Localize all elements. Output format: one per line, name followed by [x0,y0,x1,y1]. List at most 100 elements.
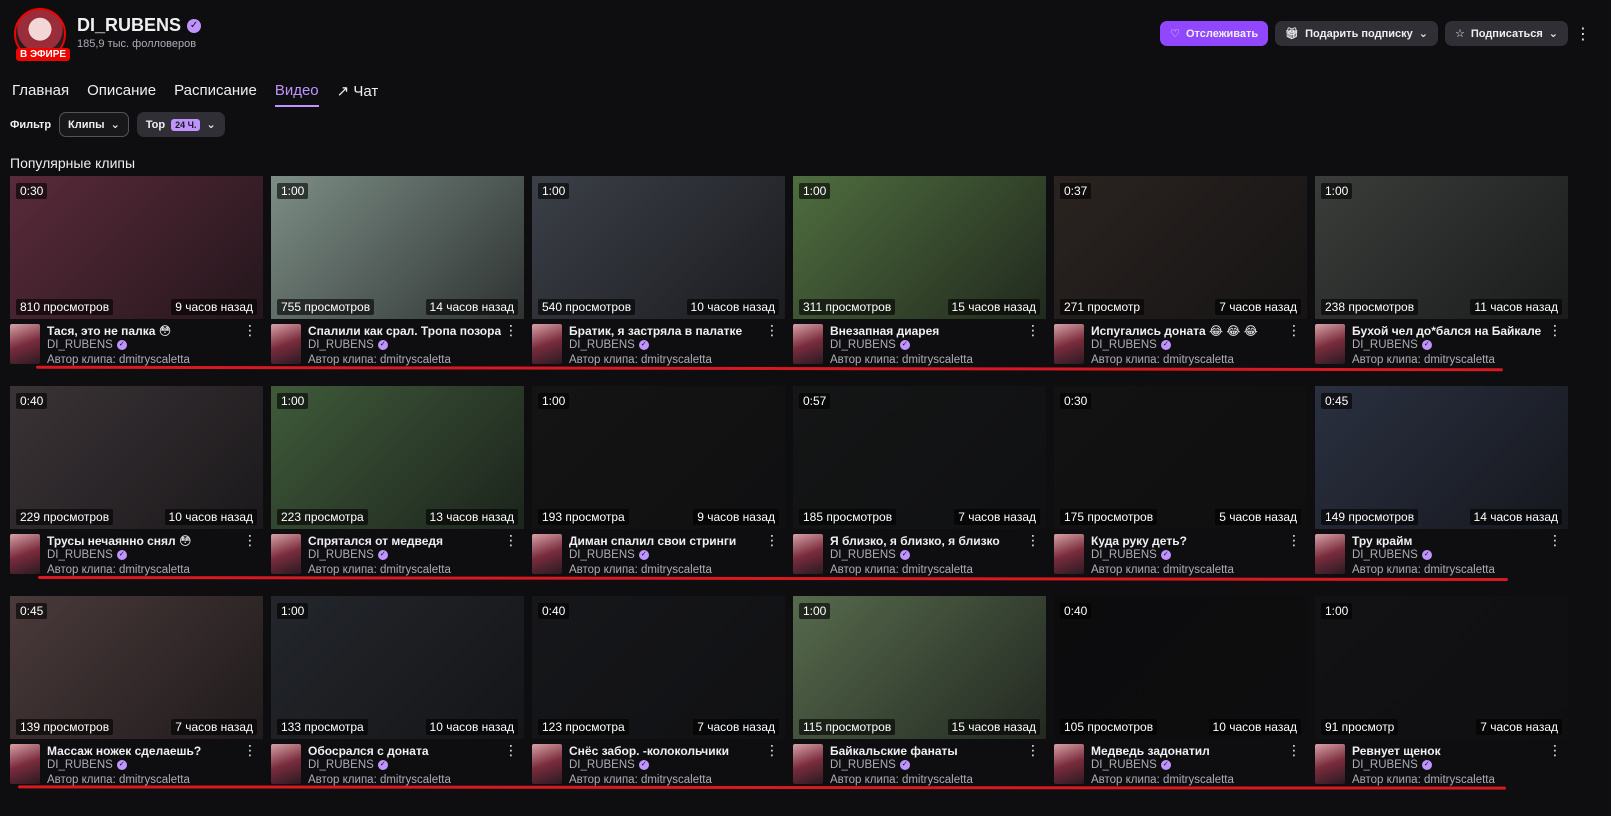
tab-schedule[interactable]: Расписание [174,82,257,107]
channel-avatar-small[interactable] [793,744,823,784]
clip-card[interactable]: 1:00 115 просмотров 15 часов назад Байка… [793,596,1046,786]
clip-title[interactable]: Спалили как срал. Тропа позора [308,324,501,338]
gift-sub-button[interactable]: 🎁︎ Подарить подписку ⌄ [1275,21,1438,46]
clip-author[interactable]: Автор клипа: dmitryscaletta [1352,354,1495,366]
clip-author[interactable]: Автор клипа: dmitryscaletta [1091,564,1234,576]
clip-card[interactable]: 0:40 229 просмотров 10 часов назад Трусы… [10,386,263,576]
clip-title[interactable]: Диман спалил свои стринги [569,534,736,548]
channel-avatar-small[interactable] [1315,534,1345,574]
more-options-icon[interactable]: ⋮ [1548,742,1562,759]
clip-author[interactable]: Автор клипа: dmitryscaletta [47,354,190,366]
clip-channel-row[interactable]: DI_RUBENS ✓ [830,759,910,771]
clip-card[interactable]: 1:00 540 просмотров 10 часов назад Брати… [532,176,785,366]
clip-thumbnail[interactable]: 1:00 193 просмотра 9 часов назад [532,386,785,529]
channel-avatar-small[interactable] [1054,324,1084,364]
clip-thumbnail[interactable]: 0:30 810 просмотров 9 часов назад [10,176,263,319]
clip-title[interactable]: Братик, я застряла в палатке [569,324,742,338]
clip-thumbnail[interactable]: 1:00 115 просмотров 15 часов назад [793,596,1046,739]
clip-author[interactable]: Автор клипа: dmitryscaletta [308,774,451,786]
clip-card[interactable]: 0:40 123 просмотра 7 часов назад Снёс за… [532,596,785,786]
clip-channel-row[interactable]: DI_RUBENS ✓ [830,339,910,351]
clip-thumbnail[interactable]: 1:00 238 просмотров 11 часов назад [1315,176,1568,319]
clip-author[interactable]: Автор клипа: dmitryscaletta [830,774,973,786]
more-options-icon[interactable]: ⋮ [1026,322,1040,339]
clip-title[interactable]: Массаж ножек сделаешь? [47,744,201,758]
clip-channel-row[interactable]: DI_RUBENS ✓ [47,549,127,561]
tab-chat[interactable]: ↗ Чат [337,82,379,107]
clip-thumbnail[interactable]: 1:00 223 просмотра 13 часов назад [271,386,524,529]
clip-title[interactable]: Медведь задонатил [1091,744,1210,758]
clip-thumbnail[interactable]: 1:00 133 просмотра 10 часов назад [271,596,524,739]
more-options-icon[interactable]: ⋮ [1548,322,1562,339]
clip-title[interactable]: Обосрался с доната [308,744,429,758]
clip-title[interactable]: Тру крайм [1352,534,1412,548]
clip-thumbnail[interactable]: 0:40 105 просмотров 10 часов назад [1054,596,1307,739]
clip-thumbnail[interactable]: 0:40 229 просмотров 10 часов назад [10,386,263,529]
channel-avatar-small[interactable] [793,324,823,364]
clip-card[interactable]: 1:00 193 просмотра 9 часов назад Диман с… [532,386,785,576]
more-options-icon[interactable]: ⋮ [243,742,257,759]
channel-avatar-small[interactable] [793,534,823,574]
clip-thumbnail[interactable]: 0:45 149 просмотров 14 часов назад [1315,386,1568,529]
tab-videos[interactable]: Видео [274,82,319,107]
more-options-icon[interactable]: ⋮ [504,742,518,759]
clip-card[interactable]: 1:00 311 просмотров 15 часов назад Внеза… [793,176,1046,366]
clip-thumbnail[interactable]: 0:45 139 просмотров 7 часов назад [10,596,263,739]
more-options-icon[interactable]: ⋮ [504,532,518,549]
more-options-icon[interactable]: ⋮ [1287,532,1301,549]
channel-avatar-small[interactable] [1315,744,1345,784]
channel-avatar-small[interactable] [10,324,40,364]
channel-avatar-small[interactable] [271,744,301,784]
channel-avatar-small[interactable] [532,324,562,364]
clip-author[interactable]: Автор клипа: dmitryscaletta [830,564,973,576]
clip-title[interactable]: Внезапная диарея [830,324,939,338]
clip-author[interactable]: Автор клипа: dmitryscaletta [569,564,712,576]
clip-channel-row[interactable]: DI_RUBENS ✓ [1091,549,1171,561]
clip-title[interactable]: Снёс забор. -колокольчики [569,744,729,758]
clip-title[interactable]: Трусы нечаянно снял 😳 [47,534,192,548]
clip-channel-row[interactable]: DI_RUBENS ✓ [1091,759,1171,771]
clip-channel-row[interactable]: DI_RUBENS ✓ [1091,339,1171,351]
clip-channel-row[interactable]: DI_RUBENS ✓ [569,759,649,771]
clip-title[interactable]: Испугались доната 😂 😂 😂 [1091,324,1258,338]
more-options-icon[interactable]: ⋮ [765,322,779,339]
clip-channel-row[interactable]: DI_RUBENS ✓ [1352,759,1432,771]
clip-title[interactable]: Спрятался от медведя [308,534,443,548]
clip-thumbnail[interactable]: 1:00 755 просмотров 14 часов назад [271,176,524,319]
subscribe-button[interactable]: ☆ Подписаться ⌄ [1444,21,1568,46]
clip-author[interactable]: Автор клипа: dmitryscaletta [1091,354,1234,366]
follow-button[interactable]: ♡ Отслеживать [1160,21,1269,46]
clip-channel-row[interactable]: DI_RUBENS ✓ [308,339,388,351]
sort-dropdown[interactable]: Top 24 Ч. ⌄ [136,112,225,137]
clip-thumbnail[interactable]: 1:00 91 просмотр 7 часов назад [1315,596,1568,739]
clip-card[interactable]: 1:00 91 просмотр 7 часов назад Ревнует щ… [1315,596,1568,786]
more-options-icon[interactable]: ⋮ [1287,322,1301,339]
clip-card[interactable]: 1:00 238 просмотров 11 часов назад Бухой… [1315,176,1568,366]
clip-card[interactable]: 0:45 149 просмотров 14 часов назад Тру к… [1315,386,1568,576]
more-options-icon[interactable]: ⋮ [1026,532,1040,549]
clip-channel-row[interactable]: DI_RUBENS ✓ [47,339,127,351]
clip-title[interactable]: Байкальские фанаты [830,744,958,758]
channel-avatar-small[interactable] [532,534,562,574]
channel-avatar-small[interactable] [271,534,301,574]
clip-thumbnail[interactable]: 0:40 123 просмотра 7 часов назад [532,596,785,739]
clip-title[interactable]: Куда руку деть? [1091,534,1187,548]
clip-channel-row[interactable]: DI_RUBENS ✓ [830,549,910,561]
clip-thumbnail[interactable]: 1:00 540 просмотров 10 часов назад [532,176,785,319]
more-options-icon[interactable]: ⋮ [1548,532,1562,549]
more-options-icon[interactable]: ⋮ [765,532,779,549]
channel-avatar-small[interactable] [10,534,40,574]
clip-author[interactable]: Автор клипа: dmitryscaletta [1352,564,1495,576]
clip-channel-row[interactable]: DI_RUBENS ✓ [47,759,127,771]
clip-author[interactable]: Автор клипа: dmitryscaletta [308,354,451,366]
channel-avatar-small[interactable] [532,744,562,784]
more-options-icon[interactable]: ⋮ [1287,742,1301,759]
clip-channel-row[interactable]: DI_RUBENS ✓ [308,549,388,561]
clip-card[interactable]: 0:45 139 просмотров 7 часов назад Массаж… [10,596,263,786]
clip-card[interactable]: 1:00 223 просмотра 13 часов назад Спрята… [271,386,524,576]
more-options-icon[interactable]: ⋮ [243,532,257,549]
channel-avatar-small[interactable] [1315,324,1345,364]
clip-thumbnail[interactable]: 0:30 175 просмотров 5 часов назад [1054,386,1307,529]
channel-avatar-small[interactable] [10,744,40,784]
more-options-icon[interactable]: ⋮ [1575,24,1591,44]
